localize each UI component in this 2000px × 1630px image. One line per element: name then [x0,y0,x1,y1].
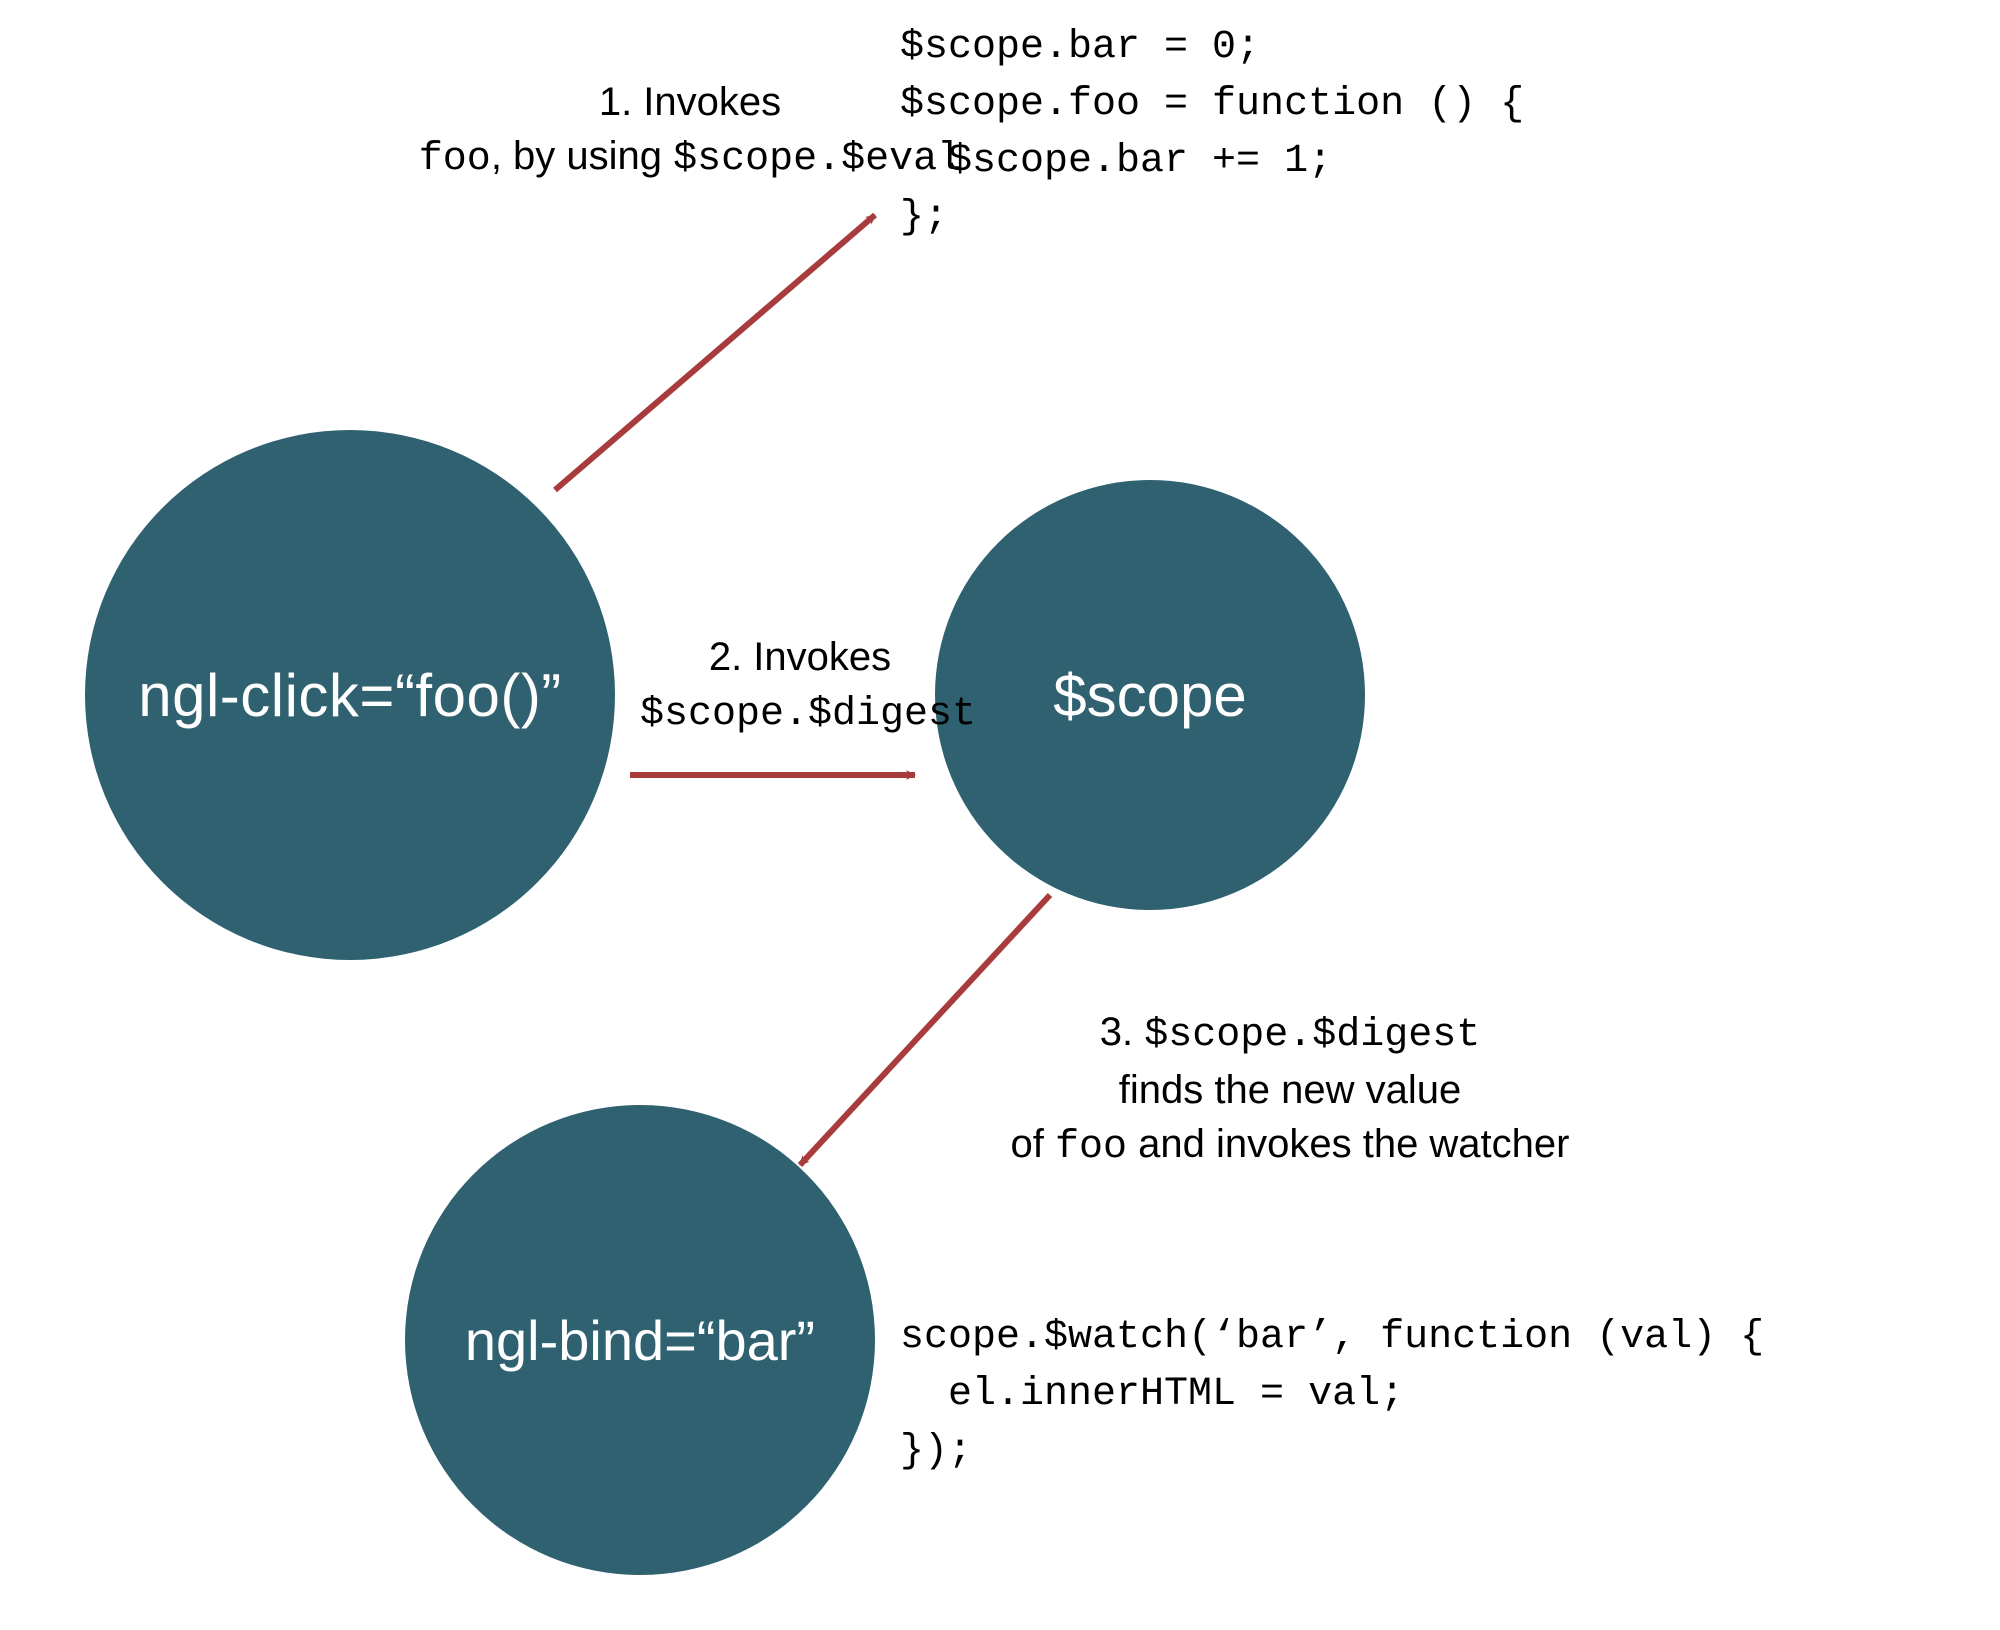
label-step-2-digest: $scope.$digest [640,692,976,737]
node-ngl-click-label: ngl-click=“foo()” [138,661,562,730]
label-step-1-line1: 1. Invokes [599,80,781,124]
node-ngl-bind-label: ngl-bind=“bar” [465,1308,815,1373]
code-snippet-bottom: scope.$watch(‘bar’, function (val) { el.… [900,1310,1764,1480]
node-scope-label: $scope [1053,661,1246,730]
label-step-2: 2. Invokes $scope.$digest [640,630,960,742]
label-step-3-line2: finds the new value [1119,1068,1461,1112]
label-step-3-foo: foo [1055,1125,1127,1170]
label-step-3-pre: 3. [1100,1010,1144,1054]
node-scope: $scope [935,480,1365,910]
label-step-3: 3. $scope.$digest finds the new value of… [940,1005,1640,1175]
node-ngl-bind: ngl-bind=“bar” [405,1105,875,1575]
label-step-3-post: and invokes the watcher [1127,1122,1569,1166]
label-step-1-foo: foo [419,137,491,182]
diagram-canvas: ngl-click=“foo()” $scope ngl-bind=“bar” … [0,0,2000,1630]
label-step-3-digest: $scope.$digest [1144,1013,1480,1058]
label-step-3-of: of [1011,1122,1055,1166]
arrow-invokes-foo [555,215,875,490]
label-step-2-line1: 2. Invokes [709,635,891,679]
label-step-1-mid: , by using [491,134,673,178]
node-ngl-click: ngl-click=“foo()” [85,430,615,960]
label-step-1: 1. Invokes foo, by using $scope.$eval [280,75,1100,187]
label-step-1-eval: $scope.$eval [673,137,961,182]
